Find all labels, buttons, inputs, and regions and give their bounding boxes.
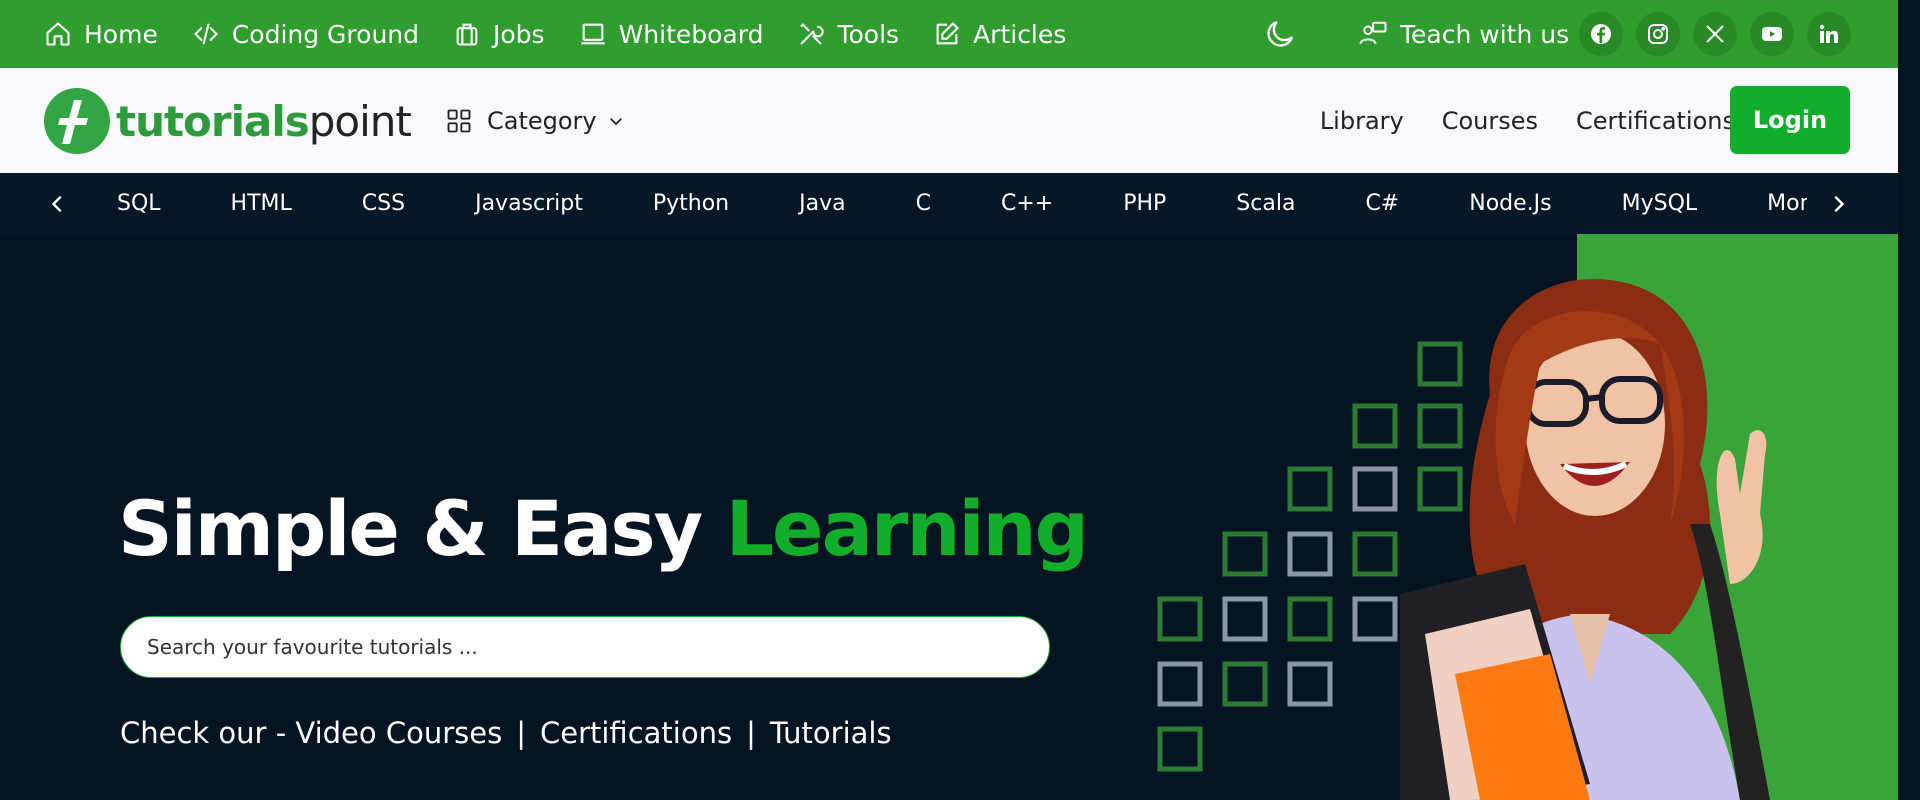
check-our-prefix: Check our -: [120, 716, 296, 750]
chevron-right-icon: [1834, 195, 1845, 212]
nav-home[interactable]: Home: [44, 20, 158, 49]
x-link[interactable]: [1693, 12, 1737, 56]
topic-php[interactable]: PHP: [1123, 191, 1166, 216]
category-label: Category: [487, 106, 597, 135]
topic-html[interactable]: HTML: [231, 191, 292, 216]
facebook-icon: [1591, 24, 1611, 44]
tutorials-link[interactable]: Tutorials: [770, 716, 892, 750]
video-courses-link[interactable]: Video Courses: [295, 716, 502, 750]
instagram-link[interactable]: [1636, 12, 1680, 56]
nav-articles[interactable]: Articles: [933, 20, 1066, 49]
logo-mark-icon: [44, 88, 110, 154]
teach-with-us-label: Teach with us: [1400, 19, 1570, 49]
topics-scroll-left[interactable]: [38, 173, 78, 234]
nav-whiteboard[interactable]: Whiteboard: [579, 19, 764, 49]
teacher-icon: [1359, 21, 1387, 45]
tools-icon: [801, 23, 825, 45]
youtube-icon: [1762, 27, 1782, 41]
nav-coding-ground[interactable]: Coding Ground: [192, 20, 419, 49]
hero-heading: Simple & Easy Learning: [118, 484, 1089, 573]
topics-list: SQL HTML CSS Javascript Python Java C C+…: [117, 173, 1807, 234]
topics-scroll-right[interactable]: [1818, 173, 1858, 234]
certifications-link[interactable]: Certifications: [1576, 107, 1735, 135]
student-illustration: [1400, 278, 1770, 800]
home-icon: [46, 22, 70, 46]
category-grid-icon: [447, 109, 471, 132]
nav-whiteboard-label: Whiteboard: [618, 19, 764, 49]
nav-home-label: Home: [84, 19, 158, 49]
topic-java[interactable]: Java: [799, 191, 845, 216]
instagram-icon: [1648, 24, 1668, 44]
social-links: [1579, 12, 1864, 56]
nav-jobs-label: Jobs: [493, 19, 545, 49]
chevron-down-icon: [609, 117, 622, 125]
x-icon: [1706, 25, 1724, 43]
check-our-links: Check our - Video Courses | Certificatio…: [120, 716, 892, 750]
top-navigation-bar: Home Coding Ground Jobs Whiteboard Tools…: [0, 0, 1898, 68]
topic-scala[interactable]: Scala: [1236, 191, 1295, 216]
briefcase-icon: [456, 23, 478, 46]
code-icon: [193, 23, 218, 45]
hero-section: Simple & Easy Learning Check our - Video…: [0, 234, 1898, 800]
logo-t-glyph: [58, 100, 88, 144]
teach-with-us-link[interactable]: Teach with us: [1358, 0, 1569, 68]
nav-tools-label: Tools: [837, 19, 900, 49]
logo-text-point: point: [308, 96, 412, 146]
link-separator: |: [746, 716, 756, 750]
chevron-left-icon: [51, 195, 62, 212]
topic-mysql[interactable]: MySQL: [1622, 191, 1698, 216]
tutorialspoint-logo[interactable]: tutorialspoint: [44, 88, 412, 154]
header-links: Library Courses Certifications: [1282, 68, 1735, 173]
main-header: tutorialspoint Category Library Courses …: [0, 68, 1898, 173]
topic-c[interactable]: C: [916, 191, 931, 216]
whiteboard-icon: [580, 23, 605, 45]
topic-python[interactable]: Python: [653, 191, 729, 216]
edit-icon: [936, 22, 959, 45]
logo-text: tutorialspoint: [116, 96, 412, 146]
youtube-link[interactable]: [1750, 12, 1794, 56]
hero-heading-part1: Simple & Easy: [118, 484, 726, 573]
topic-sql[interactable]: SQL: [117, 191, 161, 216]
top-nav-links: Home Coding Ground Jobs Whiteboard Tools…: [44, 0, 1100, 68]
linkedin-icon: [1819, 24, 1838, 43]
topic-csharp[interactable]: C#: [1365, 191, 1399, 216]
certifications-hero-link[interactable]: Certifications: [540, 716, 732, 750]
topic-cpp[interactable]: C++: [1001, 191, 1053, 216]
nav-coding-ground-label: Coding Ground: [231, 19, 420, 49]
dark-mode-moon-icon[interactable]: [1262, 16, 1298, 52]
linkedin-link[interactable]: [1807, 12, 1851, 56]
courses-link[interactable]: Courses: [1442, 107, 1538, 135]
topics-bar: SQL HTML CSS Javascript Python Java C C+…: [0, 173, 1898, 234]
topic-javascript[interactable]: Javascript: [475, 191, 583, 216]
facebook-link[interactable]: [1579, 12, 1623, 56]
nav-jobs[interactable]: Jobs: [453, 20, 545, 49]
nav-tools[interactable]: Tools: [797, 20, 899, 49]
nav-articles-label: Articles: [973, 19, 1067, 49]
topic-mongodb[interactable]: MongoDB: [1767, 191, 1807, 216]
topic-css[interactable]: CSS: [362, 191, 405, 216]
tutorial-search-input[interactable]: [120, 616, 1050, 678]
hero-heading-learning: Learning: [725, 484, 1089, 573]
library-link[interactable]: Library: [1320, 107, 1404, 135]
link-separator: |: [516, 716, 526, 750]
login-button[interactable]: Login: [1730, 86, 1850, 154]
logo-text-tutorials: tutorials: [116, 96, 310, 146]
topic-nodejs[interactable]: Node.Js: [1469, 191, 1551, 216]
category-dropdown[interactable]: Category: [445, 68, 625, 173]
